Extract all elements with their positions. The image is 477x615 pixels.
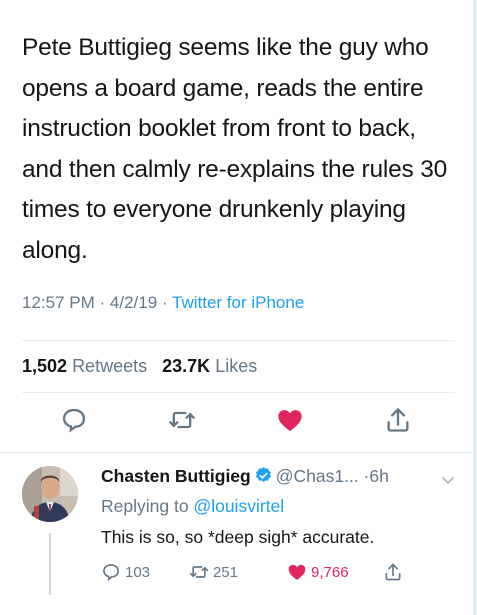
likes-count: 23.7K <box>162 356 211 376</box>
replying-to: Replying to @louisvirtel <box>101 496 284 517</box>
reply-retweet-count: 251 <box>213 563 239 581</box>
tweet-source-link[interactable]: Twitter for iPhone <box>172 293 304 312</box>
reply-author-handle[interactable]: @Chas1... <box>276 466 359 486</box>
reply-reply-count: 103 <box>125 563 151 581</box>
chevron-down-icon[interactable] <box>440 472 456 488</box>
reply-reply-button[interactable]: 103 <box>101 562 150 582</box>
tweet-detail-view: Pete Buttigieg seems like the guy who op… <box>0 0 477 615</box>
thread-line <box>49 533 51 595</box>
retweets-label: Retweets <box>72 356 148 376</box>
divider <box>0 452 473 453</box>
meta-separator: · <box>161 293 168 312</box>
reply-text: This is so, so *deep sigh* accurate. <box>101 527 375 547</box>
reply-time: 6h <box>369 466 389 486</box>
avatar-image <box>22 466 78 522</box>
divider <box>22 340 455 341</box>
share-button[interactable] <box>384 406 416 438</box>
likes-stat[interactable]: 23.7K Likes <box>162 356 257 376</box>
tweet-time: 12:57 PM <box>22 293 95 312</box>
share-icon <box>387 408 409 432</box>
replying-to-handle[interactable]: @louisvirtel <box>193 496 284 516</box>
like-button[interactable] <box>276 406 308 438</box>
reply-like-button[interactable]: 9,766 <box>287 562 349 582</box>
like-icon <box>278 410 302 432</box>
retweet-button[interactable] <box>168 406 200 438</box>
retweets-count: 1,502 <box>22 356 68 376</box>
replying-prefix: Replying to <box>101 496 189 516</box>
tweet-action-bar <box>0 406 477 442</box>
reply-like-count: 9,766 <box>311 563 349 581</box>
right-border <box>473 0 477 615</box>
reply-header: Chasten Buttigieg @Chas1... ·6h <box>101 466 389 487</box>
avatar[interactable] <box>22 466 78 522</box>
tweet-date: 4/2/19 <box>109 293 158 312</box>
divider <box>22 392 455 393</box>
tweet-meta: 12:57 PM · 4/2/19 · Twitter for iPhone <box>22 293 304 313</box>
meta-separator: · <box>99 293 106 312</box>
tweet-text: Pete Buttigieg seems like the guy who op… <box>22 34 448 264</box>
retweets-stat[interactable]: 1,502 Retweets <box>22 356 147 376</box>
verified-badge-icon <box>255 467 271 482</box>
like-icon <box>288 564 306 580</box>
reply-author-name[interactable]: Chasten Buttigieg <box>101 466 251 486</box>
tweet-stats: 1,502 Retweets 23.7K Likes <box>22 356 257 377</box>
reply-icon <box>103 564 119 581</box>
retweet-icon <box>169 411 195 429</box>
likes-label: Likes <box>215 356 258 376</box>
share-icon <box>385 563 401 581</box>
reply-icon <box>62 408 86 433</box>
retweet-icon <box>189 566 209 578</box>
reply-retweet-button[interactable]: 251 <box>189 562 238 582</box>
reply-share-button[interactable] <box>383 562 403 582</box>
reply-button[interactable] <box>60 406 92 438</box>
